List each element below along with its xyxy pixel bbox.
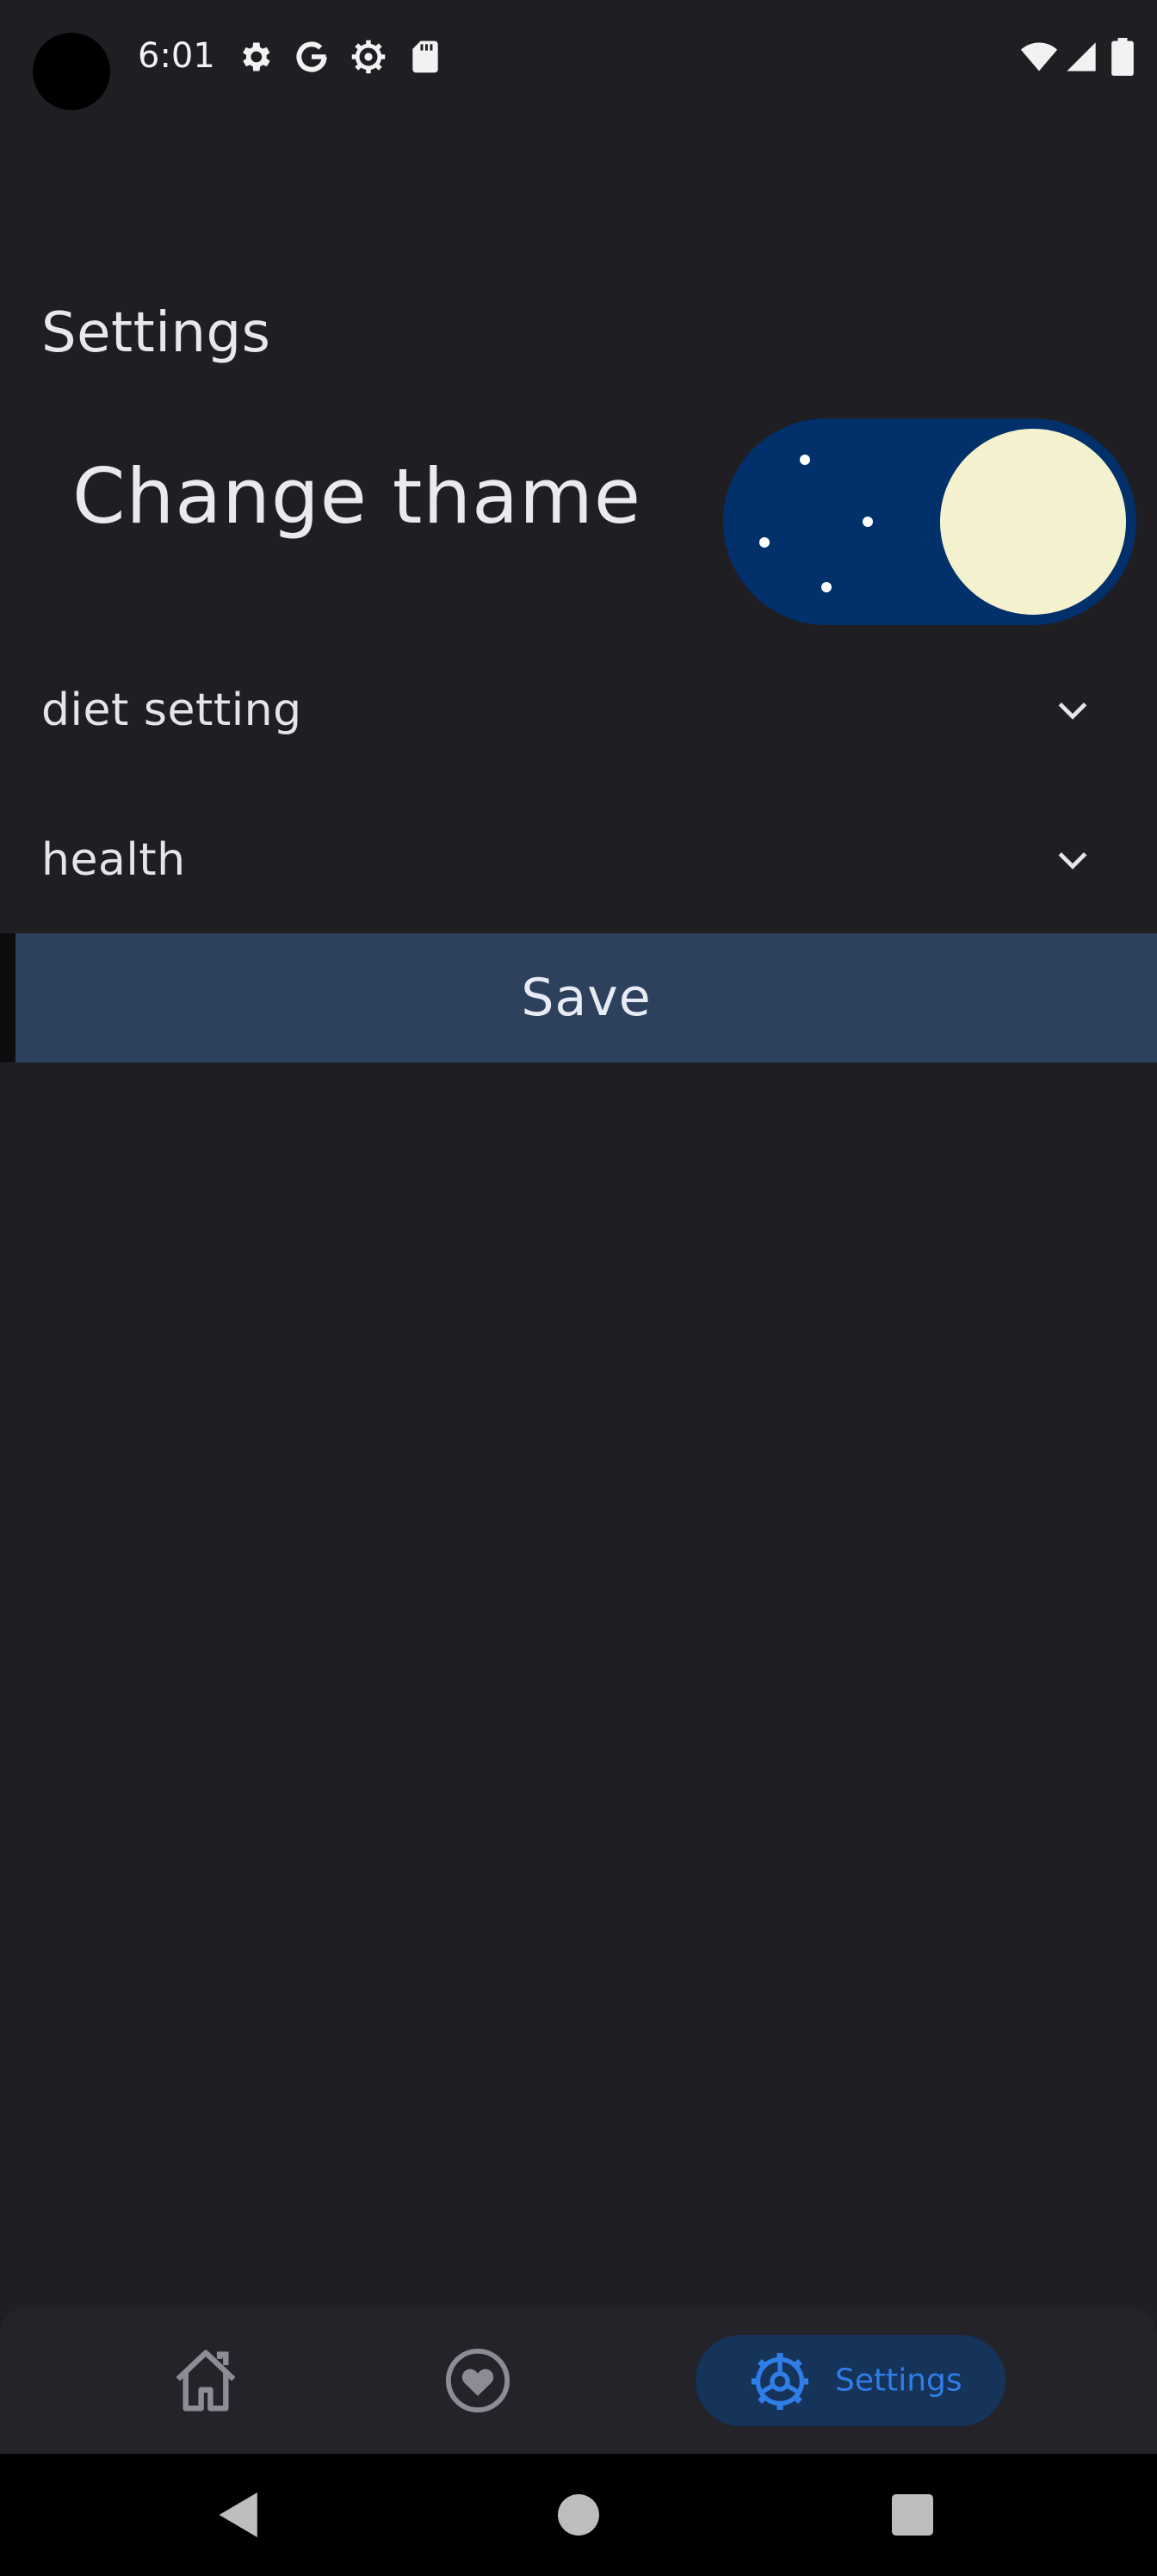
settings-icon [752, 2353, 808, 2410]
system-navigation-bar [0, 2454, 1157, 2576]
theme-label: Change thame [72, 452, 641, 541]
google-g-icon [296, 41, 327, 72]
back-icon[interactable] [217, 2490, 262, 2540]
recents-square-icon[interactable] [892, 2494, 933, 2536]
status-time: 6:01 [138, 36, 215, 76]
home-circle-icon[interactable] [558, 2494, 599, 2536]
star-icon [759, 537, 770, 548]
settings-cog-icon [351, 40, 386, 74]
page-title: Settings [41, 301, 271, 365]
theme-toggle-switch[interactable] [723, 418, 1136, 625]
save-button[interactable]: Save [0, 933, 1157, 1062]
star-icon [821, 582, 832, 592]
bottom-navigation: Settings [0, 2307, 1157, 2454]
chevron-down-icon [1058, 702, 1087, 720]
signal-icon [1067, 42, 1096, 71]
status-bar: 6:01 [0, 0, 1157, 121]
settings-gear-icon [243, 42, 270, 71]
favorite-heart-icon[interactable] [444, 2347, 511, 2414]
home-icon[interactable] [169, 2344, 243, 2418]
accordion-diet-setting[interactable]: diet setting [0, 637, 1157, 783]
nav-settings-label: Settings [835, 2362, 962, 2399]
camera-cutout [33, 33, 110, 110]
accordion-label: health [41, 834, 186, 886]
moon-knob [940, 429, 1126, 615]
sd-card-icon [412, 40, 438, 73]
wifi-icon [1020, 42, 1058, 71]
accordion-health[interactable]: health [0, 787, 1157, 933]
nav-settings-selected[interactable]: Settings [696, 2335, 1005, 2426]
accordion-label: diet setting [41, 684, 302, 736]
star-icon [863, 517, 873, 527]
battery-icon [1111, 38, 1134, 76]
star-icon [800, 455, 810, 465]
chevron-down-icon [1058, 851, 1087, 870]
theme-row: Change thame [0, 405, 1157, 629]
